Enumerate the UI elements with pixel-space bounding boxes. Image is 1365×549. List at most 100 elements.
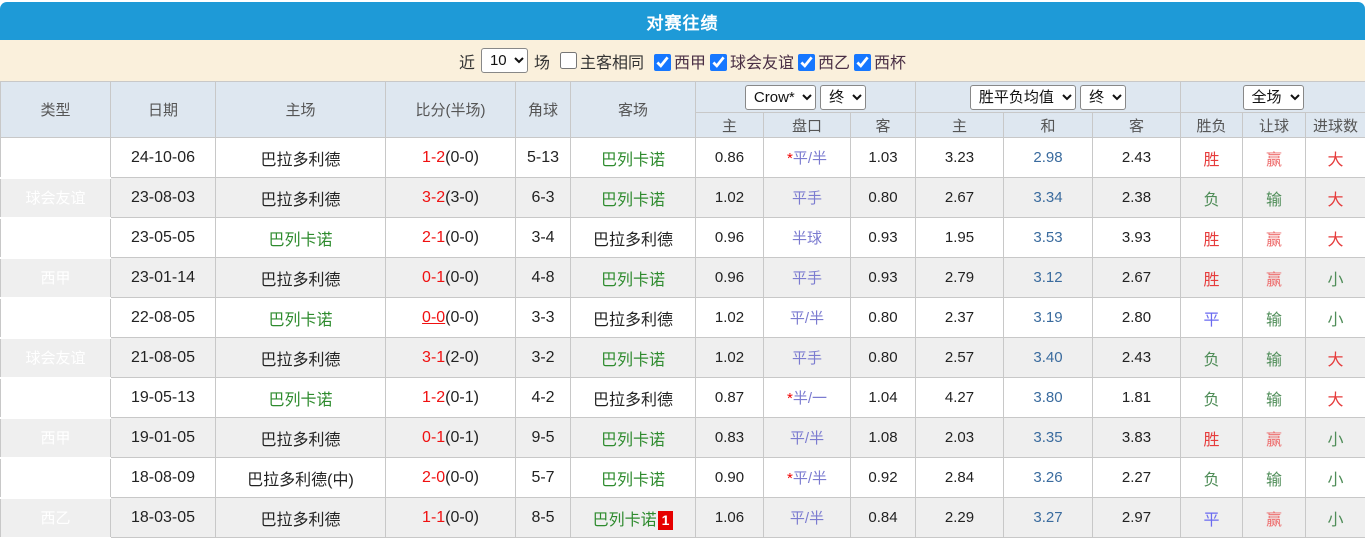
match-date-cell: 24-10-06 xyxy=(110,137,216,178)
league-checkbox[interactable] xyxy=(710,53,727,71)
home-team-name: 巴拉多利德 xyxy=(260,351,341,369)
away-team-name: 巴拉多利德 xyxy=(592,391,673,409)
avg-group-header: 胜平负均值 终 xyxy=(915,81,1182,113)
filter-bar: 近 10 场 主客相同 西甲 球会友谊 西乙 西杯 xyxy=(0,40,1365,81)
result-handicap-cell: 输 xyxy=(1242,377,1307,418)
result-goals-cell: 大 xyxy=(1305,377,1365,418)
odds-company-select[interactable]: Crow* xyxy=(744,84,816,110)
home-team-name: 巴拉多利德 xyxy=(260,151,341,169)
away-team-name: 巴列卡诺 xyxy=(600,471,665,489)
table-row: 西甲 23-05-05 巴列卡诺 2-1(0-0) 3-4 巴拉多利德 0.96… xyxy=(0,217,1365,259)
score-cell: 0-1(0-0) xyxy=(385,257,516,298)
col-header-type: 类型 xyxy=(0,81,111,138)
col-header-home: 主场 xyxy=(215,81,386,138)
avg-type-select[interactable]: 胜平负均值 xyxy=(969,84,1076,110)
score-fulltime: 1-1 xyxy=(422,508,446,526)
avg-away-cell: 2.97 xyxy=(1092,497,1182,538)
match-type-cell: 西乙 xyxy=(0,497,111,539)
odds-time-select[interactable]: 终 xyxy=(820,84,867,110)
odds-away-cell: 0.84 xyxy=(849,497,917,538)
score-cell: 2-1(0-0) xyxy=(385,217,516,258)
handicap-text: 平/半 xyxy=(789,430,825,447)
league-checkbox[interactable] xyxy=(854,53,872,71)
score-halftime: (0-1) xyxy=(445,428,479,446)
result-handicap-cell: 赢 xyxy=(1242,217,1307,258)
col-header-corners: 角球 xyxy=(515,81,571,138)
league-filter-4[interactable]: 西杯 xyxy=(852,53,906,72)
league-filters: 西甲 球会友谊 西乙 西杯 xyxy=(650,49,906,73)
header-group-row: 类型 日期 主场 比分(半场) 角球 客场 Crow* 终 胜平负均值 终 全场 xyxy=(0,81,1365,138)
corners-cell: 3-4 xyxy=(515,217,571,258)
away-team-name: 巴列卡诺 xyxy=(592,511,657,529)
score-fulltime: 0-1 xyxy=(422,268,446,286)
avg-home-cell: 1.95 xyxy=(915,217,1005,258)
result-wdl-cell: 负 xyxy=(1180,177,1244,218)
league-filter-3[interactable]: 西乙 xyxy=(796,53,850,72)
score-cell: 1-2(0-0) xyxy=(385,137,516,178)
subcol-result-goals: 进球数 xyxy=(1305,112,1365,138)
home-team-cell: 巴拉多利德 xyxy=(215,137,386,178)
score-halftime: (0-0) xyxy=(445,508,479,526)
recent-count-select[interactable]: 10 xyxy=(480,48,528,73)
away-team-cell: 巴列卡诺 xyxy=(570,257,696,298)
odds-away-cell: 0.80 xyxy=(849,337,917,378)
corners-cell: 5-7 xyxy=(515,457,571,498)
avg-home-cell: 2.79 xyxy=(915,257,1005,298)
league-filter-1[interactable]: 西甲 xyxy=(652,53,706,72)
home-team-cell: 巴拉多利德 xyxy=(215,337,386,378)
score-halftime: (0-0) xyxy=(445,308,479,326)
result-handicap-cell: 输 xyxy=(1242,297,1307,338)
league-filter-2[interactable]: 球会友谊 xyxy=(708,53,795,72)
avg-home-cell: 2.37 xyxy=(915,297,1005,338)
home-team-cell: 巴拉多利德 xyxy=(215,417,386,458)
odds-away-cell: 1.04 xyxy=(849,377,917,418)
result-goals-cell: 大 xyxy=(1305,177,1365,218)
away-team-cell: 巴列卡诺 xyxy=(570,137,696,178)
handicap-cell: 半球 xyxy=(763,217,851,258)
result-wdl-cell: 胜 xyxy=(1180,137,1244,178)
score-cell: 0-1(0-1) xyxy=(385,417,516,458)
avg-draw-cell: 3.19 xyxy=(1003,297,1094,338)
home-team-cell: 巴拉多利德 xyxy=(215,257,386,298)
same-venue-checkbox[interactable] xyxy=(559,52,577,69)
col-header-score: 比分(半场) xyxy=(385,81,516,138)
avg-draw-cell: 3.34 xyxy=(1003,177,1094,218)
avg-draw-cell: 3.12 xyxy=(1003,257,1094,298)
away-team-cell: 巴列卡诺 xyxy=(570,177,696,218)
odds-away-cell: 0.80 xyxy=(849,297,917,338)
avg-draw-cell: 3.35 xyxy=(1003,417,1094,458)
col-header-date: 日期 xyxy=(110,81,216,138)
result-wdl-cell: 胜 xyxy=(1180,417,1244,458)
league-label: 球会友谊 xyxy=(730,54,795,72)
away-team-cell: 巴列卡诺 xyxy=(570,417,696,458)
away-team-cell: 巴列卡诺 1 xyxy=(570,497,696,538)
score-fulltime: 3-2 xyxy=(422,188,446,206)
score-fulltime: 1-2 xyxy=(422,388,446,406)
odds-group-header: Crow* 终 xyxy=(694,81,917,113)
avg-away-cell: 2.80 xyxy=(1092,297,1182,338)
league-checkbox[interactable] xyxy=(653,53,671,71)
corners-cell: 8-5 xyxy=(515,497,571,538)
avg-time-select[interactable]: 终 xyxy=(1080,84,1127,110)
match-type-cell: 球会友谊 xyxy=(0,337,111,379)
home-team-name: 巴拉多利德(中) xyxy=(247,471,354,489)
match-date-cell: 23-05-05 xyxy=(110,217,216,258)
corners-cell: 6-3 xyxy=(515,177,571,218)
avg-away-cell: 3.83 xyxy=(1092,417,1182,458)
away-team-cell: 巴列卡诺 xyxy=(570,337,696,378)
avg-draw-cell: 2.98 xyxy=(1003,137,1094,178)
result-handicap-cell: 输 xyxy=(1242,177,1307,218)
corners-cell: 5-13 xyxy=(515,137,571,178)
match-date-cell: 23-01-14 xyxy=(110,257,216,298)
corners-cell: 3-3 xyxy=(515,297,571,338)
league-checkbox[interactable] xyxy=(798,53,816,71)
match-type-cell: 西甲 xyxy=(0,257,111,299)
score-fulltime[interactable]: 0-0 xyxy=(422,309,445,326)
subcol-avg-home: 主 xyxy=(915,112,1005,138)
scope-select[interactable]: 全场 xyxy=(1242,84,1304,110)
score-fulltime: 2-1 xyxy=(422,228,446,246)
odds-home-cell: 1.02 xyxy=(695,297,764,338)
col-header-away: 客场 xyxy=(570,81,696,138)
handicap-text: 平/半 xyxy=(789,310,825,327)
result-goals-cell: 小 xyxy=(1305,257,1365,298)
